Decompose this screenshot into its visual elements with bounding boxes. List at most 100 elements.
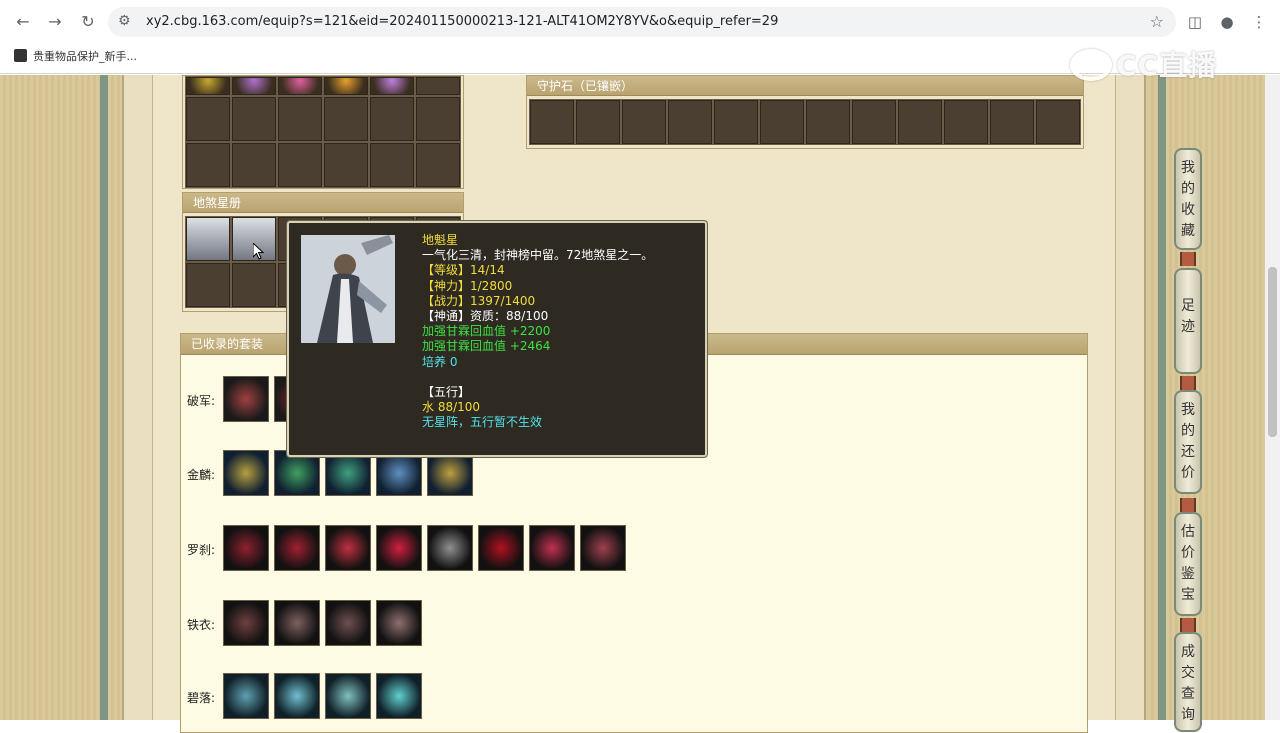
- left-parchment-inner: [108, 75, 122, 720]
- tooltip-shenli: 【神力】1/2800: [422, 278, 513, 293]
- guard-stone-slot[interactable]: [897, 99, 943, 145]
- tooltip-text: 地魁星 一气化三清，封神榜中留。72地煞星之一。 【等级】14/14 【神力】1…: [422, 233, 653, 430]
- suit-item[interactable]: [274, 525, 320, 571]
- right-parchment-inner: [1148, 75, 1158, 720]
- watermark-logo-icon: [1070, 49, 1112, 81]
- suit-items: [223, 525, 626, 571]
- tooltip-bonus-1: 加强甘霖回血值 +2200: [422, 324, 551, 339]
- disha-card[interactable]: [185, 216, 231, 262]
- suit-item[interactable]: [274, 600, 320, 646]
- profile-icon[interactable]: ●: [1216, 11, 1238, 33]
- inventory-slot[interactable]: [185, 76, 231, 96]
- tooltip-zhanli: 【战力】1397/1400: [422, 293, 536, 308]
- character-portrait: [301, 235, 395, 343]
- tooltip-peiyang: 培养 0: [422, 354, 458, 369]
- inventory-slot[interactable]: [185, 142, 231, 188]
- inventory-slot[interactable]: [277, 76, 323, 96]
- bookmark-item[interactable]: 贵重物品保护_新手...: [14, 48, 137, 66]
- stream-watermark: CC直播: [1070, 44, 1217, 84]
- disha-slot[interactable]: [231, 262, 277, 308]
- inventory-slot[interactable]: [231, 76, 277, 96]
- suit-item[interactable]: [478, 525, 524, 571]
- inventory-slot[interactable]: [231, 142, 277, 188]
- address-bar[interactable]: ⚙ xy2.cbg.163.com/equip?s=121&eid=202401…: [108, 7, 1176, 37]
- suit-item[interactable]: [325, 673, 371, 719]
- tab-footprint[interactable]: 足迹: [1174, 268, 1202, 374]
- inventory-slot[interactable]: [231, 96, 277, 142]
- inventory-slot[interactable]: [277, 142, 323, 188]
- tab-label: 足迹: [1181, 298, 1195, 335]
- tooltip-spacer: [422, 370, 653, 385]
- guard-stone-slot[interactable]: [667, 99, 713, 145]
- tab-label: 我的还价: [1181, 402, 1195, 481]
- reload-icon[interactable]: ↻: [77, 11, 99, 33]
- suit-item[interactable]: [223, 600, 269, 646]
- tooltip-wuxing-title: 【五行】: [422, 384, 471, 399]
- inventory-slot[interactable]: [415, 142, 461, 188]
- tab-deal-query[interactable]: 成交查询: [1174, 632, 1202, 732]
- inventory-slot[interactable]: [323, 142, 369, 188]
- guard-stone-slot[interactable]: [1035, 99, 1081, 145]
- suit-items: [223, 673, 422, 719]
- tooltip-level: 【等级】14/14: [422, 263, 505, 278]
- tab-my-favorites[interactable]: 我的收藏: [1174, 148, 1202, 250]
- tooltip-name: 地魁星: [422, 233, 459, 247]
- tooltip-wuxing-value: 水 88/100: [422, 400, 481, 415]
- suit-item[interactable]: [427, 525, 473, 571]
- scrollbar-thumb[interactable]: [1268, 267, 1277, 437]
- tab-label: 估价鉴宝: [1181, 524, 1195, 603]
- suit-item[interactable]: [529, 525, 575, 571]
- tab-connector: [1180, 618, 1196, 632]
- site-settings-icon[interactable]: ⚙: [118, 13, 131, 29]
- suit-item[interactable]: [325, 600, 371, 646]
- suit-item[interactable]: [376, 600, 422, 646]
- guard-stone-slot[interactable]: [943, 99, 989, 145]
- guard-stone-slot[interactable]: [989, 99, 1035, 145]
- suit-item[interactable]: [376, 525, 422, 571]
- bookmark-star-icon[interactable]: ☆: [1150, 12, 1164, 31]
- suit-item[interactable]: [223, 376, 269, 422]
- inventory-slot[interactable]: [277, 96, 323, 142]
- guard-stone-slot[interactable]: [851, 99, 897, 145]
- suit-item[interactable]: [274, 673, 320, 719]
- menu-icon[interactable]: ⋮: [1248, 11, 1270, 33]
- tooltip-bonus-2: 加强甘霖回血值 +2464: [422, 339, 551, 354]
- back-icon[interactable]: ←: [12, 11, 34, 33]
- right-rail: [1158, 75, 1166, 720]
- inventory-slot[interactable]: [369, 96, 415, 142]
- guard-stone-slot[interactable]: [575, 99, 621, 145]
- disha-slot[interactable]: [185, 262, 231, 308]
- inventory-panel: [182, 75, 464, 189]
- inventory-slot[interactable]: [415, 96, 461, 142]
- suit-item[interactable]: [223, 450, 269, 496]
- inventory-slot[interactable]: [323, 76, 369, 96]
- tab-appraisal[interactable]: 估价鉴宝: [1174, 512, 1202, 616]
- guard-stone-slot[interactable]: [805, 99, 851, 145]
- inventory-slot[interactable]: [185, 96, 231, 142]
- inventory-slot[interactable]: [415, 76, 461, 96]
- suit-item[interactable]: [376, 673, 422, 719]
- inventory-slot[interactable]: [369, 76, 415, 96]
- suit-item[interactable]: [580, 525, 626, 571]
- guard-stone-title: 守护石（已镶嵌）: [527, 76, 1083, 96]
- page-scrollbar[interactable]: [1265, 75, 1280, 720]
- inventory-slot[interactable]: [369, 142, 415, 188]
- guard-stone-slot[interactable]: [713, 99, 759, 145]
- tab-label: 我的收藏: [1181, 160, 1195, 239]
- guard-stone-slot[interactable]: [529, 99, 575, 145]
- forward-icon[interactable]: →: [44, 11, 66, 33]
- suit-label: 破军:: [187, 394, 216, 408]
- tab-my-bargain[interactable]: 我的还价: [1174, 390, 1202, 494]
- guard-stone-slot[interactable]: [621, 99, 667, 145]
- bookmark-favicon-icon: [14, 49, 27, 62]
- tooltip-desc: 一气化三清，封神榜中留。72地煞星之一。: [422, 248, 654, 263]
- suit-item[interactable]: [325, 525, 371, 571]
- guard-stone-slot[interactable]: [759, 99, 805, 145]
- suit-item[interactable]: [223, 525, 269, 571]
- side-panel-icon[interactable]: ◫: [1184, 11, 1206, 33]
- url-text[interactable]: xy2.cbg.163.com/equip?s=121&eid=20240115…: [146, 14, 778, 29]
- tab-connector: [1180, 498, 1196, 512]
- inventory-slot[interactable]: [323, 96, 369, 142]
- suit-label: 罗刹:: [187, 543, 216, 557]
- suit-item[interactable]: [223, 673, 269, 719]
